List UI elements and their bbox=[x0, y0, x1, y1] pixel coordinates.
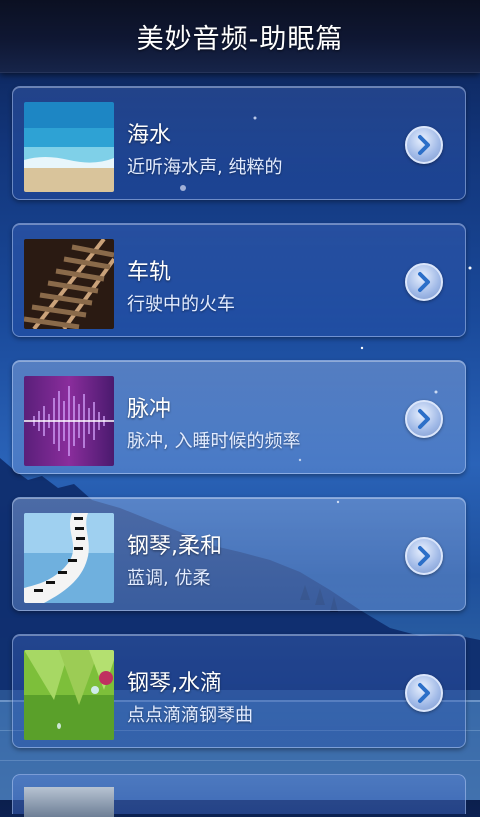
list-item-piano-soft[interactable]: 钢琴,柔和 蓝调, 优柔 bbox=[12, 497, 466, 611]
item-title: 钢琴,柔和 bbox=[127, 534, 222, 559]
list-item-railway[interactable]: 车轨 行驶中的火车 bbox=[12, 223, 466, 337]
item-title: 车轨 bbox=[127, 260, 172, 285]
ocean-icon bbox=[24, 102, 114, 192]
title-bar: 美妙音频-助眠篇 bbox=[0, 0, 480, 73]
chevron-right-icon[interactable] bbox=[405, 126, 443, 164]
item-title: 脉冲 bbox=[127, 397, 172, 422]
item-title: 钢琴,水滴 bbox=[127, 671, 222, 696]
list-item-pulse[interactable]: 脉冲 脉冲, 入睡时候的频率 bbox=[12, 360, 466, 474]
list-item-ocean[interactable]: 海水 近听海水声, 纯粹的 bbox=[12, 86, 466, 200]
page-title: 美妙音频-助眠篇 bbox=[136, 23, 344, 55]
item-title: 海水 bbox=[127, 123, 172, 148]
chevron-right-icon[interactable] bbox=[405, 263, 443, 301]
list-item-piano-drops[interactable]: 钢琴,水滴 点点滴滴钢琴曲 bbox=[12, 634, 466, 748]
list-item-partial[interactable] bbox=[12, 774, 466, 817]
chevron-right-icon[interactable] bbox=[405, 674, 443, 712]
piano-keys-icon bbox=[24, 513, 114, 603]
chevron-right-icon[interactable] bbox=[405, 537, 443, 575]
water-drop-leaf-icon bbox=[24, 650, 114, 740]
item-description: 蓝调, 优柔 bbox=[127, 568, 211, 589]
railway-icon bbox=[24, 239, 114, 329]
item-description: 点点滴滴钢琴曲 bbox=[127, 705, 253, 726]
item-description: 近听海水声, 纯粹的 bbox=[127, 157, 283, 178]
item-description: 脉冲, 入睡时候的频率 bbox=[127, 431, 301, 452]
pulse-wave-icon bbox=[24, 376, 114, 466]
item-description: 行驶中的火车 bbox=[127, 294, 235, 315]
thumbnail-image bbox=[24, 787, 114, 817]
chevron-right-icon[interactable] bbox=[405, 400, 443, 438]
